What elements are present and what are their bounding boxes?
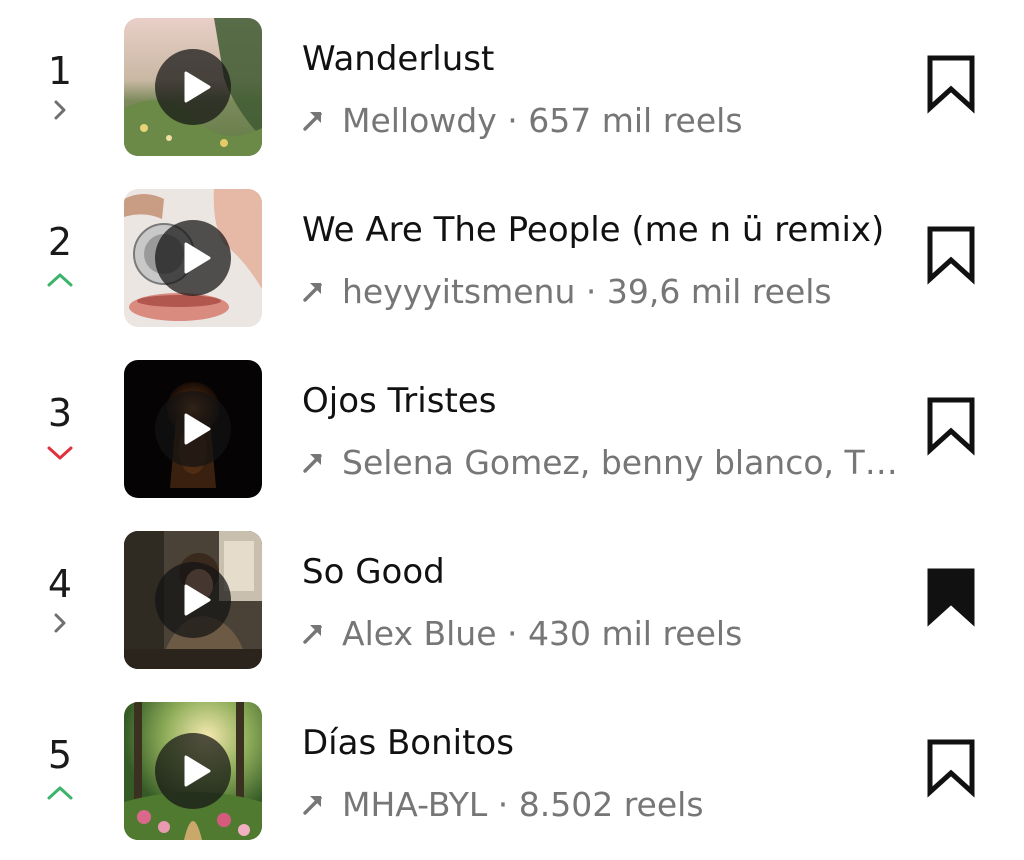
play-button[interactable] [155,562,231,638]
track-row-4[interactable]: 4 So Good Alex Blue · 430 mil reels [0,518,1024,689]
play-button[interactable] [155,391,231,467]
meta-separator: · [496,614,528,653]
chevron-right-icon [54,100,66,120]
rank-indicator: 3 [30,391,90,467]
rank-number: 1 [47,49,73,93]
artist-name[interactable]: heyyyitsmenu [342,272,575,311]
play-button[interactable] [155,733,231,809]
rank-indicator: 2 [30,220,90,296]
reels-count: 39,6 mil reels [606,272,832,311]
bookmark-icon [927,226,975,285]
play-icon [184,242,211,274]
rank-number: 2 [47,220,73,264]
artist-name[interactable]: Alex Blue [342,614,497,653]
play-icon [184,413,211,445]
track-title[interactable]: So Good [302,552,902,592]
track-title[interactable]: We Are The People (me n ü remix) [302,210,902,250]
trending-arrow-icon [303,796,322,815]
meta-separator: · [575,272,607,311]
play-icon [184,755,211,787]
rank-number: 5 [47,733,73,777]
album-cover[interactable] [124,531,262,669]
save-button[interactable] [920,224,982,286]
track-meta: heyyyitsmenu · 39,6 mil reels [300,272,900,312]
bookmark-icon [927,397,975,456]
artist-name[interactable]: Mellowdy [342,101,497,140]
meta-separator: · [496,101,529,140]
play-button[interactable] [155,220,231,296]
save-button[interactable] [920,395,982,457]
bookmark-icon [927,55,975,114]
reels-count: 430 mil reels [528,614,743,653]
saved-button[interactable] [920,566,982,628]
track-meta: Selena Gomez, benny blanco, Th... [300,443,900,483]
track-meta: Mellowdy · 657 mil reels [300,101,900,141]
track-title[interactable]: Ojos Tristes [302,381,902,421]
play-icon [184,584,211,616]
meta-text: Mellowdy · 657 mil reels [342,101,900,141]
meta-text: heyyyitsmenu · 39,6 mil reels [342,272,900,312]
play-icon [184,71,211,103]
trending-arrow-icon [303,454,322,473]
rank-indicator: 4 [30,562,90,638]
reels-count: 8.502 reels [518,785,704,824]
artist-name[interactable]: Selena Gomez, benny blanco, Th... [342,443,900,482]
album-cover[interactable] [124,18,262,156]
rank-number: 4 [47,562,73,606]
meta-text: MHA-BYL · 8.502 reels [342,785,900,825]
chevron-down-icon [47,446,73,460]
trending-arrow-icon [303,112,322,131]
track-title[interactable]: Días Bonitos [302,723,902,763]
track-row-5[interactable]: 5 Días Bonitos MHA-BYL · 8.502 reels [0,689,1024,860]
trending-arrow-icon [303,625,322,644]
album-cover[interactable] [124,189,262,327]
bookmark-filled-icon [927,568,975,627]
trending-audio-list: 1 Wanderlust Mellowdy · 657 mil reels 2 … [0,0,1024,846]
track-meta: MHA-BYL · 8.502 reels [300,785,900,825]
rank-indicator: 1 [30,49,90,125]
save-button[interactable] [920,53,982,115]
meta-text: Selena Gomez, benny blanco, Th... [342,443,900,483]
chevron-right-icon [54,613,66,633]
chevron-up-icon [47,273,73,287]
artist-name[interactable]: MHA-BYL [342,785,487,824]
chevron-up-icon [47,786,73,800]
play-button[interactable] [155,49,231,125]
track-row-3[interactable]: 3 Ojos Tristes Selena Gomez, benny blanc… [0,347,1024,518]
rank-indicator: 5 [30,733,90,809]
album-cover[interactable] [124,360,262,498]
meta-separator: · [487,785,519,824]
track-meta: Alex Blue · 430 mil reels [300,614,900,654]
track-row-1[interactable]: 1 Wanderlust Mellowdy · 657 mil reels [0,5,1024,176]
rank-number: 3 [47,391,73,435]
reels-count: 657 mil reels [528,101,743,140]
track-title[interactable]: Wanderlust [302,39,902,79]
save-button[interactable] [920,737,982,799]
bookmark-icon [927,739,975,798]
trending-arrow-icon [303,283,322,302]
album-cover[interactable] [124,702,262,840]
meta-text: Alex Blue · 430 mil reels [342,614,900,654]
track-row-2[interactable]: 2 We Are The People (me n ü remix) heyyy… [0,176,1024,347]
